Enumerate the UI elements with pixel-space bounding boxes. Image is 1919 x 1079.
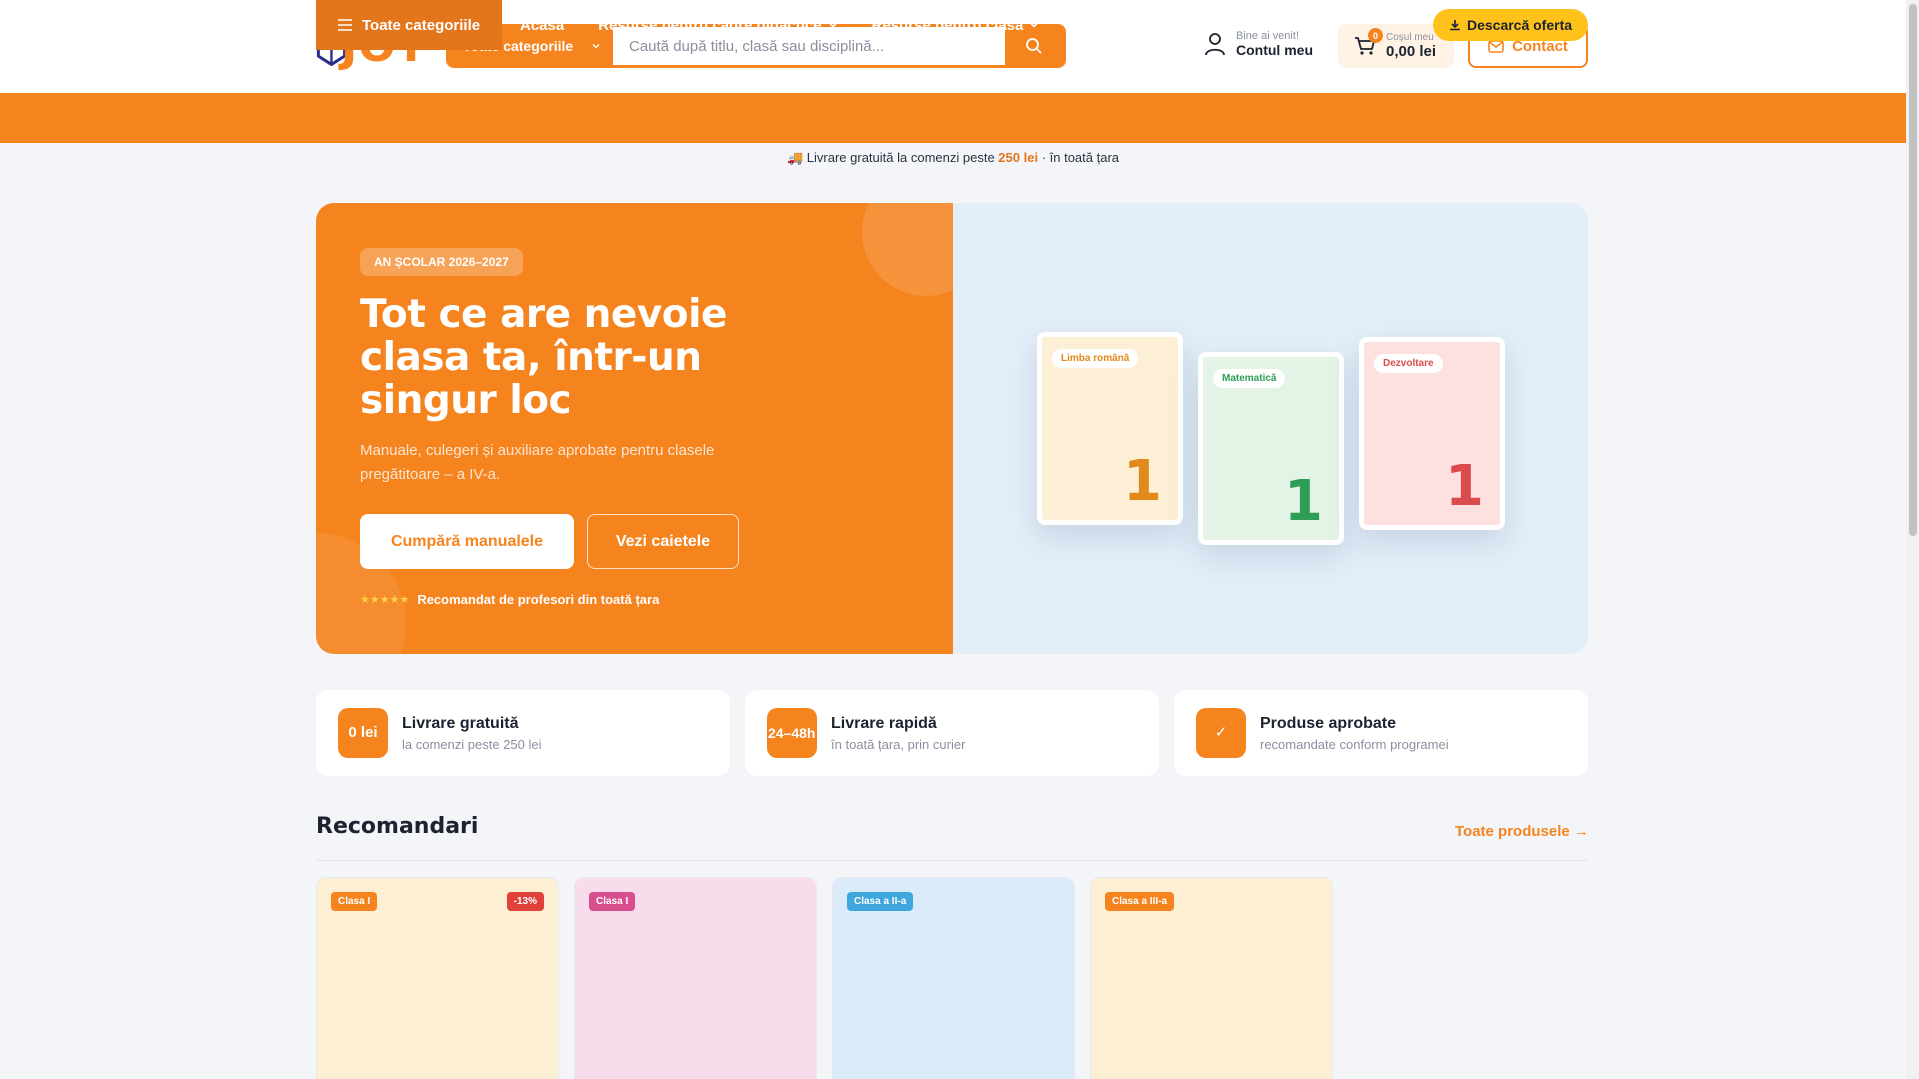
nav-all-categories[interactable]: Toate categoriile xyxy=(316,0,502,50)
product-class-tag: Clasa a III-a xyxy=(1105,892,1175,911)
chevron-down-icon xyxy=(829,22,837,28)
chevron-down-icon xyxy=(1030,22,1038,28)
account-link[interactable]: Bine ai venit! Contul meu xyxy=(1204,30,1313,58)
user-icon xyxy=(1205,33,1225,56)
book-cover-matematica[interactable]: Matematică 1 xyxy=(1198,352,1344,545)
nav-link-rasfoieste[interactable]: Răsfoiește xyxy=(1073,17,1149,34)
promo-banner: 🚚 Livrare gratuită la comenzi peste 250 … xyxy=(0,150,1906,166)
nav-link-label: Resurse pentru cadre didactice xyxy=(598,16,822,34)
hero-badge: AN ȘCOLAR 2026–2027 xyxy=(360,248,523,276)
book-label: Limba română xyxy=(1052,349,1139,368)
product-card[interactable]: Clasa a II-a xyxy=(832,877,1075,1079)
product-card[interactable]: Clasa I xyxy=(574,877,817,1079)
feature-title: Livrare rapidă xyxy=(831,714,937,732)
book-number: 1 xyxy=(1123,449,1162,514)
recommendations-title: Recomandari xyxy=(316,814,479,839)
book-cover-limba-romana[interactable]: Limba română 1 xyxy=(1037,332,1183,525)
main-nav xyxy=(0,93,1906,143)
menu-icon xyxy=(338,19,352,31)
view-notebooks-button[interactable]: Vezi caietele xyxy=(587,514,739,569)
truck-icon: 🚚 xyxy=(786,150,804,165)
feature-subtitle: la comenzi peste 250 lei xyxy=(402,736,542,752)
product-card[interactable]: Clasa a III-a xyxy=(1090,877,1333,1079)
download-offer-label: Descarcă oferta xyxy=(1466,17,1573,33)
book-label: Matematică xyxy=(1213,369,1286,388)
product-class-tag: Clasa I xyxy=(331,892,378,911)
book-number: 1 xyxy=(1284,469,1323,534)
book-cover-dezvoltare[interactable]: Dezvoltare 1 xyxy=(1359,337,1505,530)
feature-free-delivery: 0 lei Livrare gratuită la comenzi peste … xyxy=(316,690,730,776)
all-products-link[interactable]: Toate produsele → xyxy=(1455,823,1589,840)
nav-link-acasa[interactable]: Acasă xyxy=(520,17,564,34)
download-offer-button[interactable]: Descarcă oferta xyxy=(1433,9,1588,41)
promo-text-before: Livrare gratuită la comenzi peste xyxy=(806,150,995,165)
nav-all-categories-label: Toate categoriile xyxy=(362,16,481,34)
cart-label: Coșul meu xyxy=(1386,32,1434,43)
cart-count-badge: 0 xyxy=(1368,28,1383,43)
nav-link-label: Răsfoiește xyxy=(1073,16,1150,34)
hero-left-panel: AN ȘCOLAR 2026–2027 Tot ce are nevoie cl… xyxy=(316,203,953,654)
product-class-tag: Clasa I xyxy=(589,892,636,911)
download-icon xyxy=(1449,20,1460,31)
checkmark-icon: ✓ xyxy=(1196,708,1246,758)
free-delivery-icon: 0 lei xyxy=(338,708,388,758)
nav-link-label: Resurse pentru clasă xyxy=(871,16,1024,34)
promo-amount: 250 lei xyxy=(998,150,1039,165)
book-label: Dezvoltare xyxy=(1374,354,1443,373)
hero-banner: AN ȘCOLAR 2026–2027 Tot ce are nevoie cl… xyxy=(316,203,1588,654)
star-rating-icon: ★★★★★ xyxy=(360,594,410,606)
discount-badge: -13% xyxy=(506,892,544,911)
decorative-circle xyxy=(862,203,953,296)
nav-link-label: Acasă xyxy=(520,16,565,34)
feature-title: Livrare gratuită xyxy=(402,714,519,732)
recommendation-text: Recomandat de profesori din toată țara xyxy=(417,592,660,607)
hero-title: Tot ce are nevoie clasa ta, într-un sing… xyxy=(360,292,727,423)
feature-subtitle: recomandate conform programei xyxy=(1260,736,1449,752)
product-class-tag: Clasa a II-a xyxy=(847,892,914,911)
nav-link-resurse-cadre[interactable]: Resurse pentru cadre didactice xyxy=(598,17,837,34)
account-greeting: Bine ai venit! xyxy=(1236,30,1299,42)
buy-manuals-button[interactable]: Cumpără manualele xyxy=(360,514,574,569)
product-card[interactable]: Clasa I -13% xyxy=(316,877,559,1079)
mail-icon xyxy=(1488,39,1504,53)
hero-recommendation: ★★★★★ Recomandat de profesori din toată … xyxy=(360,592,659,607)
scrollbar-thumb[interactable] xyxy=(1909,4,1917,536)
nav-links: Acasă Resurse pentru cadre didactice Res… xyxy=(520,0,1149,50)
feature-subtitle: în toată țara, prin curier xyxy=(831,736,966,752)
cart-total: 0,00 lei xyxy=(1386,43,1437,60)
fast-delivery-icon: 24–48h xyxy=(767,708,817,758)
account-label: Contul meu xyxy=(1236,42,1313,58)
book-number: 1 xyxy=(1445,454,1484,519)
section-divider xyxy=(316,860,1588,861)
nav-link-resurse-clasa[interactable]: Resurse pentru clasă xyxy=(872,17,1040,34)
feature-title: Produse aprobate xyxy=(1260,714,1397,732)
feature-approved-products: ✓ Produse aprobate recomandate conform p… xyxy=(1174,690,1588,776)
hero-subtitle: Manuale, culegeri și auxiliare aprobate … xyxy=(360,442,715,483)
promo-text-after: · în toată țara xyxy=(1041,150,1120,165)
feature-fast-delivery: 24–48h Livrare rapidă în toată țara, pri… xyxy=(745,690,1159,776)
